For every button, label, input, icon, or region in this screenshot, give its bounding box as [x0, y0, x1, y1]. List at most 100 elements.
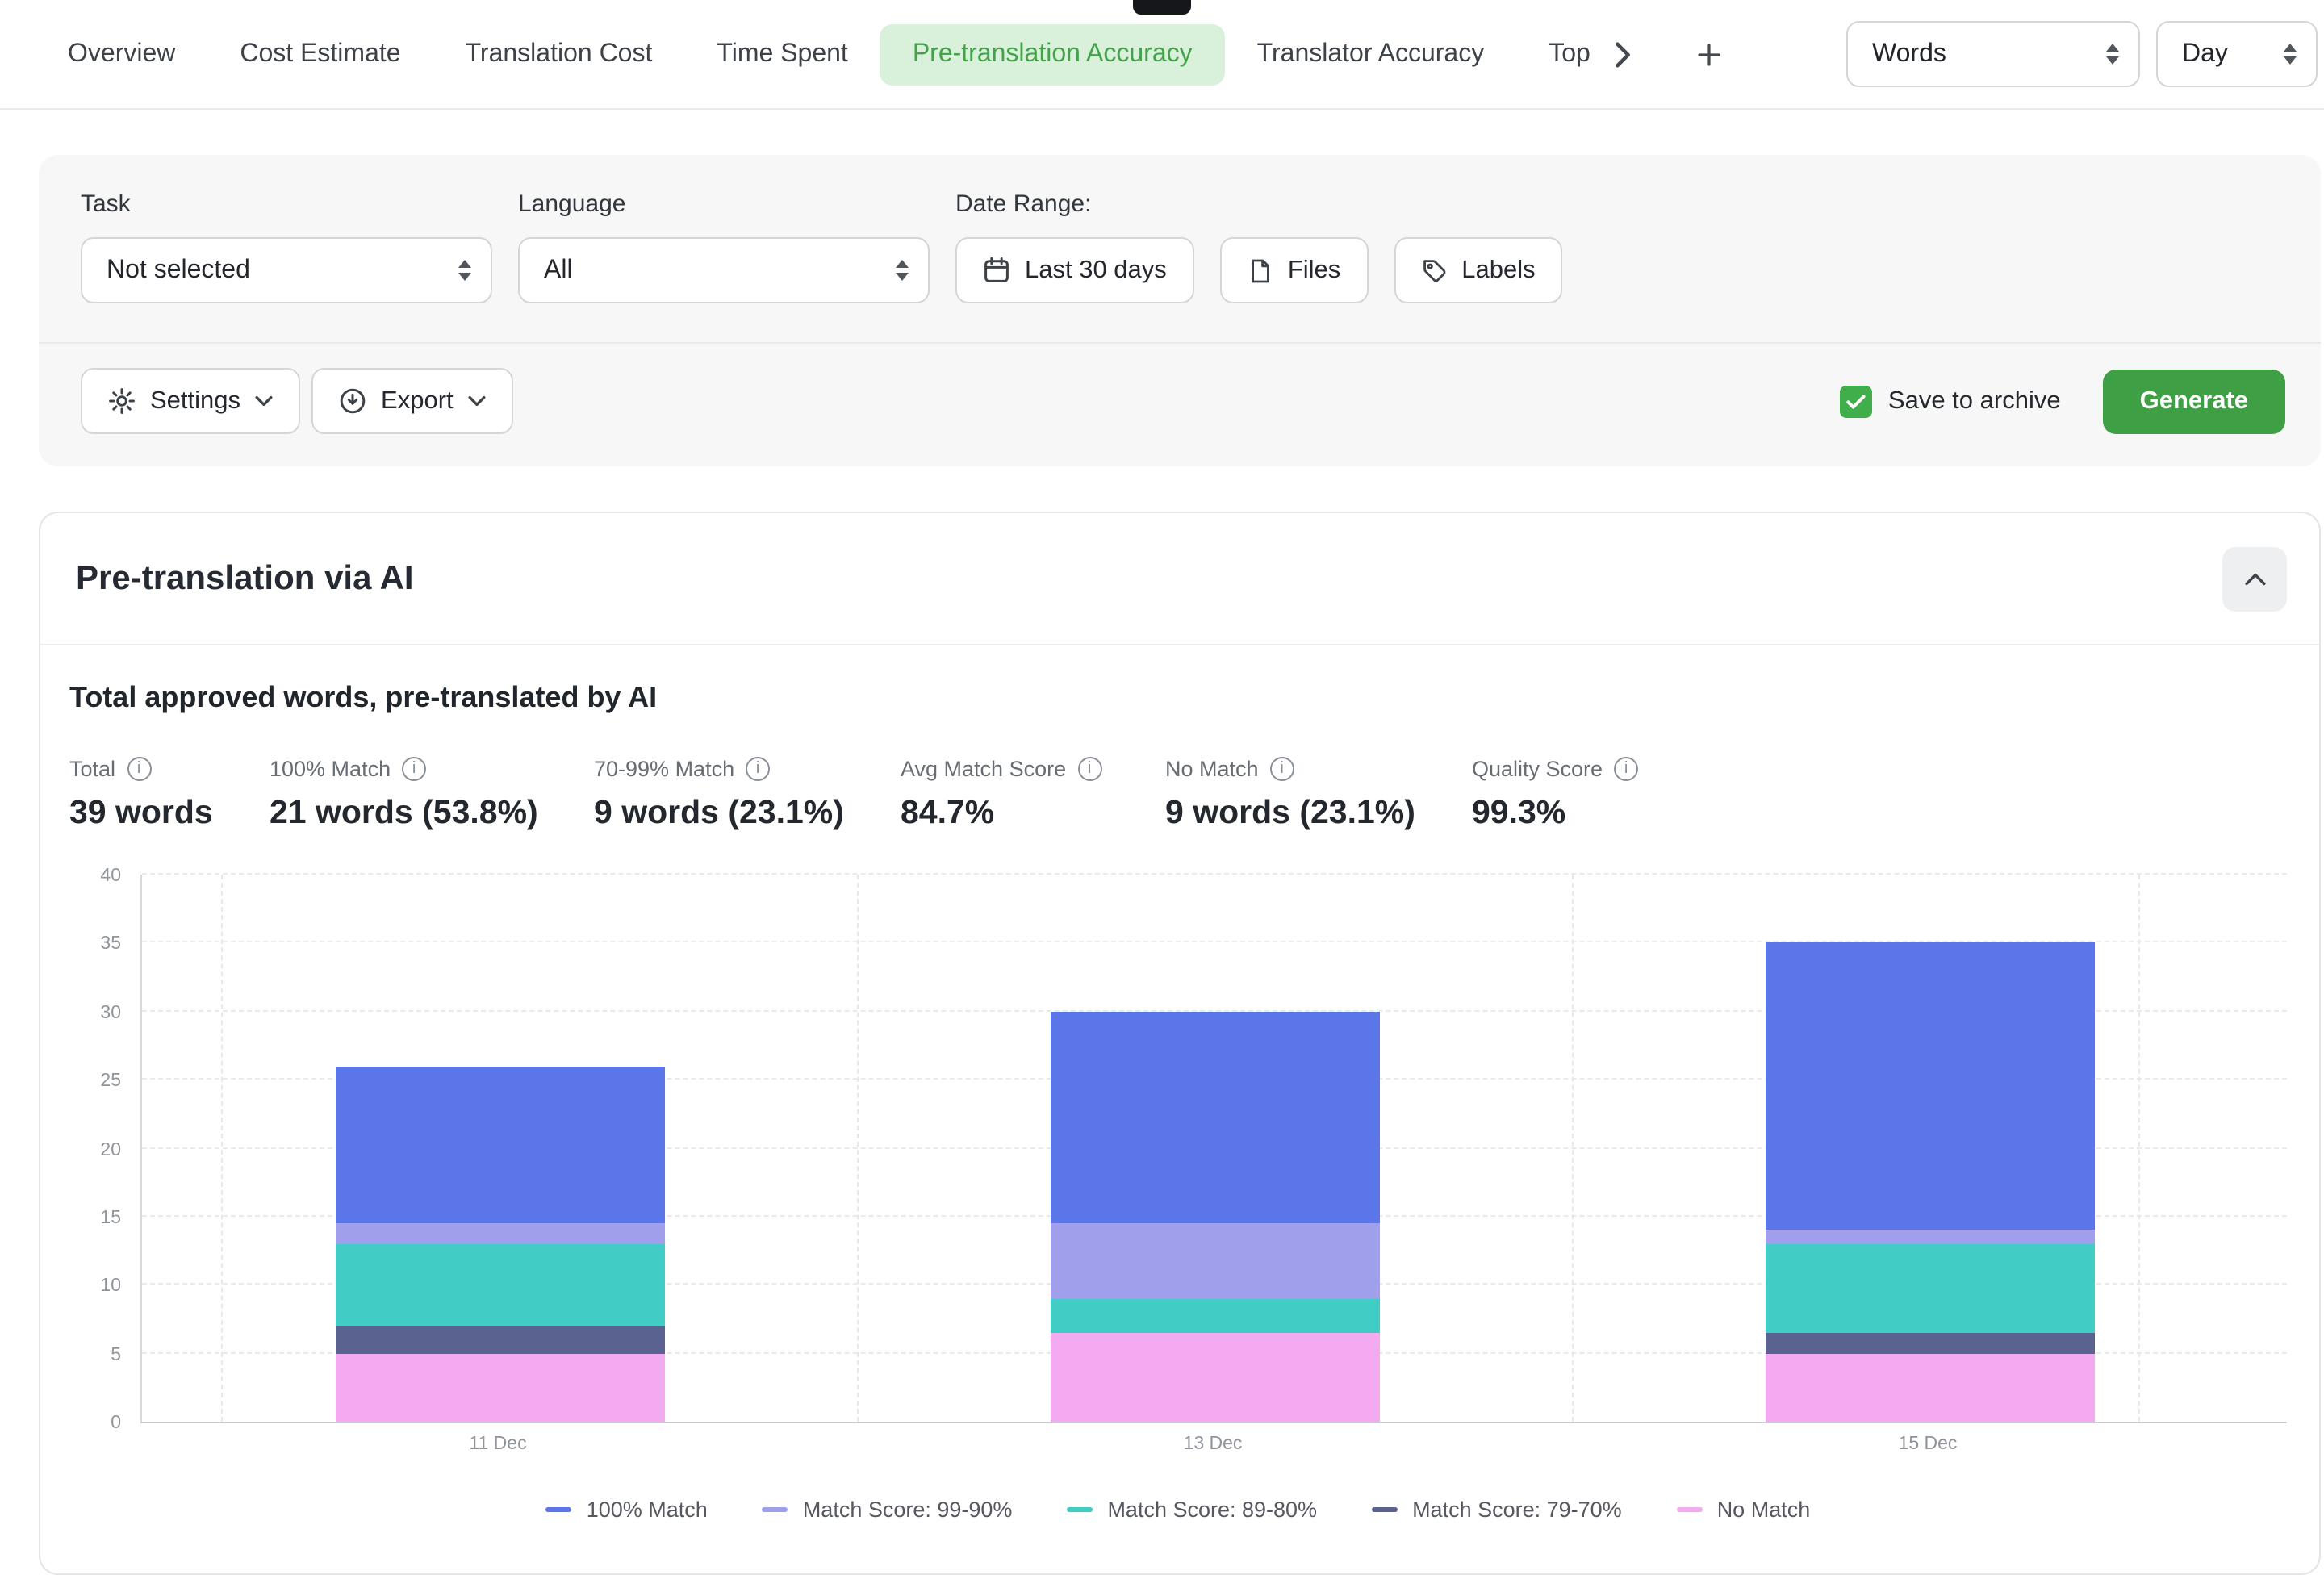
tab-translator-accuracy[interactable]: Translator Accuracy [1225, 23, 1517, 85]
bar-15-dec[interactable] [1765, 943, 2094, 1422]
unit-select-value: Words [1872, 40, 1946, 69]
legend-label: Match Score: 79-70% [1412, 1498, 1622, 1522]
bar-13-dec[interactable] [1050, 1012, 1379, 1422]
stat-total: Totali 39 words [69, 757, 270, 833]
bar-segment [1050, 1298, 1379, 1332]
stat-value: 9 words (23.1%) [1165, 794, 1472, 833]
legend-marker [1067, 1507, 1093, 1512]
save-to-archive-label: Save to archive [1888, 386, 2061, 416]
legend-item[interactable]: Match Score: 99-90% [763, 1498, 1013, 1522]
bar-segment [335, 1244, 664, 1326]
info-icon[interactable]: i [1270, 757, 1294, 781]
info-icon[interactable]: i [746, 757, 770, 781]
task-field: Task Not selected [81, 190, 492, 303]
legend-item[interactable]: Match Score: 89-80% [1067, 1498, 1317, 1522]
save-to-archive-checkbox[interactable]: Save to archive [1840, 385, 2061, 417]
v-gridline [2139, 875, 2141, 1422]
card-title: Pre-translation via AI [76, 559, 414, 598]
tab-cost-estimate[interactable]: Cost Estimate [207, 23, 433, 85]
stat-no-match: No Match i 9 words (23.1%) [1165, 757, 1472, 833]
task-select-value: Not selected [107, 256, 250, 285]
caret-down-icon [468, 395, 486, 407]
select-stepper-icon [458, 260, 471, 281]
add-report-button[interactable] [1687, 31, 1733, 77]
chevron-up-icon [2244, 572, 2265, 585]
y-tick-label: 15 [100, 1209, 121, 1228]
language-field: Language All [518, 190, 930, 303]
stat-quality-score: Quality Score i 99.3% [1472, 757, 2287, 833]
generate-button[interactable]: Generate [2103, 369, 2285, 433]
unit-select[interactable]: Words [1846, 21, 2140, 87]
caret-down-icon [255, 395, 273, 407]
v-gridline [221, 875, 223, 1422]
bar-segment [335, 1223, 664, 1243]
bar-segment [1765, 1244, 2094, 1333]
period-select-value: Day [2182, 40, 2228, 69]
tab-top[interactable]: Top [1516, 23, 1590, 85]
export-button[interactable]: Export [311, 368, 513, 434]
file-icon [1248, 257, 1273, 283]
x-tick-label: 15 Dec [1899, 1435, 1958, 1454]
legend-item[interactable]: No Match [1677, 1498, 1811, 1522]
task-label: Task [81, 190, 492, 218]
calendar-icon [983, 257, 1010, 284]
card-body: Total approved words, pre-translated by … [40, 645, 2319, 1573]
bar-segment [335, 1326, 664, 1353]
select-stepper-icon [2284, 44, 2297, 65]
tab-pre-translation-accuracy[interactable]: Pre-translation Accuracy [880, 23, 1225, 85]
info-icon[interactable]: i [402, 757, 426, 781]
recording-indicator [1133, 0, 1191, 15]
bar-11-dec[interactable] [335, 1066, 664, 1422]
files-label: Files [1288, 256, 1340, 285]
y-tick-label: 5 [111, 1345, 121, 1364]
select-stepper-icon [2106, 44, 2119, 65]
stat-label: Avg Match Score [901, 757, 1066, 781]
select-stepper-icon [896, 260, 909, 281]
report-tabs-bar: Overview Cost Estimate Translation Cost … [0, 0, 2324, 110]
language-select[interactable]: All [518, 237, 930, 303]
labels-button[interactable]: Labels [1394, 237, 1562, 303]
settings-button[interactable]: Settings [81, 368, 300, 434]
settings-label: Settings [150, 386, 240, 416]
y-tick-label: 10 [100, 1277, 121, 1297]
chart-legend: 100% Match Match Score: 99-90% Match Score… [69, 1498, 2287, 1522]
period-select[interactable]: Day [2156, 21, 2318, 87]
info-icon[interactable]: i [1614, 757, 1638, 781]
tab-translation-cost[interactable]: Translation Cost [433, 23, 685, 85]
y-tick-label: 0 [111, 1414, 121, 1433]
stat-100-match: 100% Matchi 21 words (53.8%) [270, 757, 594, 833]
files-button[interactable]: Files [1220, 237, 1368, 303]
stat-label: Quality Score [1472, 757, 1603, 781]
tab-time-spent[interactable]: Time Spent [684, 23, 880, 85]
bar-segment [1765, 1333, 2094, 1353]
info-icon[interactable]: i [1077, 757, 1101, 781]
bar-segment [1050, 1223, 1379, 1298]
task-select[interactable]: Not selected [81, 237, 492, 303]
stat-value: 99.3% [1472, 794, 2287, 833]
collapse-card-button[interactable] [2222, 546, 2287, 611]
y-tick-label: 30 [100, 1004, 121, 1023]
legend-marker [546, 1507, 572, 1512]
legend-item[interactable]: 100% Match [546, 1498, 708, 1522]
info-icon[interactable]: i [127, 757, 151, 781]
stat-label: 70-99% Match [594, 757, 734, 781]
tab-overview[interactable]: Overview [36, 23, 207, 85]
export-label: Export [381, 386, 454, 416]
chart-plot [140, 875, 2287, 1423]
y-tick-label: 25 [100, 1072, 121, 1091]
stat-label: No Match [1165, 757, 1259, 781]
tabs-overflow-button[interactable] [1600, 31, 1645, 77]
date-range-button[interactable]: Last 30 days [955, 237, 1194, 303]
date-range-value: Last 30 days [1025, 256, 1167, 285]
bar-segment [1765, 1230, 2094, 1244]
report-card: Pre-translation via AI Total approved wo… [39, 512, 2321, 1575]
stats-row: Totali 39 words 100% Matchi 21 words (53… [69, 757, 2287, 833]
date-range-field: Date Range: Last 30 days Files [955, 190, 1563, 303]
stat-70-99-match: 70-99% Matchi 9 words (23.1%) [594, 757, 901, 833]
export-icon [339, 387, 366, 415]
header-selects: Words Day [1846, 21, 2318, 87]
x-tick-label: 11 Dec [469, 1435, 526, 1454]
legend-label: Match Score: 99-90% [803, 1498, 1013, 1522]
legend-item[interactable]: Match Score: 79-70% [1372, 1498, 1622, 1522]
stat-avg-match-score: Avg Match Scorei 84.7% [901, 757, 1165, 833]
